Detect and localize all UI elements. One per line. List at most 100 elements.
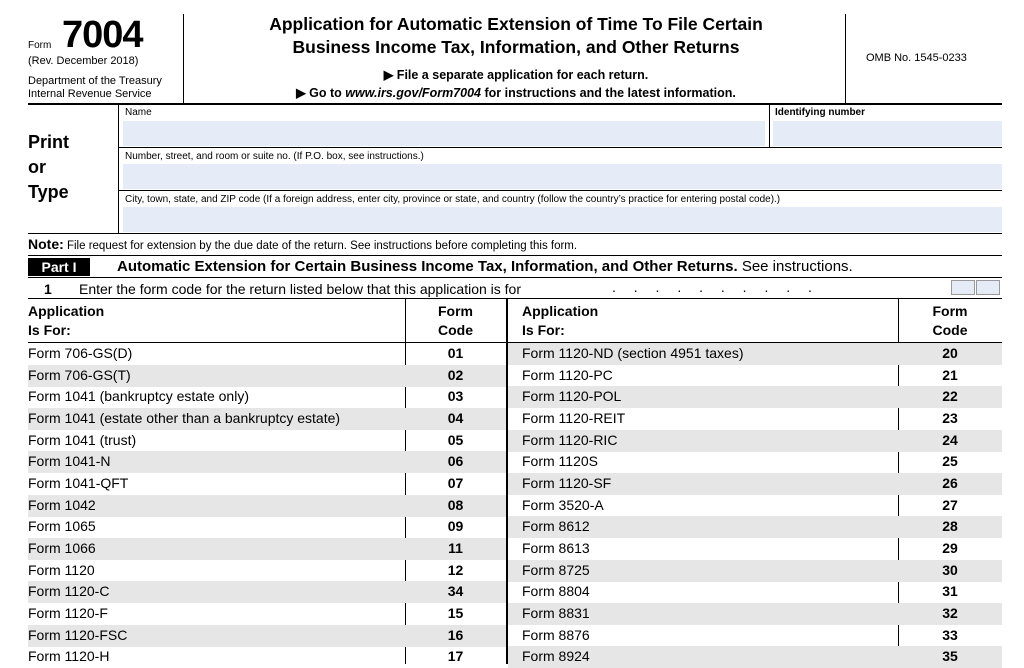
form-code: 23 — [942, 410, 958, 426]
name-id-divider — [769, 105, 770, 147]
identifying-number-field[interactable] — [773, 121, 1002, 146]
application-name: Form 1120-REIT — [522, 410, 626, 426]
application-name: Form 8725 — [522, 562, 590, 578]
application-name: Form 1041 (estate other than a bankruptc… — [28, 410, 341, 426]
left-table-row: Form 1120-H 17 — [28, 646, 506, 668]
left-table-row: Form 706-GS(D) 01 — [28, 343, 506, 365]
city-label: City, town, state, and ZIP code (If a fo… — [125, 194, 781, 205]
part-i-title-suffix: See instructions. — [737, 258, 853, 275]
form-code: 21 — [942, 367, 958, 383]
left-table-row: Form 1120-C 34 — [28, 581, 506, 603]
form-code-digit-2[interactable] — [976, 280, 1000, 295]
application-name: Form 3520-A — [522, 497, 604, 513]
right-table-row: Form 8613 29 — [508, 538, 1002, 560]
form-code: 06 — [447, 453, 464, 469]
note-text: File request for extension by the due da… — [63, 240, 578, 252]
application-name: Form 1120S — [522, 453, 598, 469]
title-line1: Application for Automatic Extension of T… — [269, 14, 763, 34]
application-name: Form 1120-POL — [522, 388, 622, 404]
form-code: 25 — [942, 453, 958, 469]
left-code-header-line1: Form — [438, 303, 473, 319]
left-table-row: Form 1041-QFT 07 — [28, 473, 506, 495]
form-code: 08 — [447, 497, 464, 513]
form-code: 09 — [447, 518, 464, 534]
note-label: Note: — [28, 236, 64, 252]
left-application-header-line1: Application — [28, 303, 105, 319]
left-code-header: Form Code — [405, 302, 506, 340]
application-name: Form 1065 — [28, 518, 96, 534]
application-name: Form 1120-H — [28, 648, 110, 664]
application-name: Form 1120-SF — [522, 475, 612, 491]
address-field[interactable] — [123, 164, 1002, 189]
left-table-row: Form 1042 08 — [28, 495, 506, 517]
form-code: 29 — [942, 540, 958, 556]
form-code: 24 — [942, 432, 958, 448]
right-code-header-line2: Code — [932, 322, 968, 338]
form-code: 01 — [447, 345, 464, 361]
form-code: 05 — [447, 432, 464, 448]
application-name: Form 1066 — [28, 540, 96, 556]
form-code: 35 — [942, 648, 958, 664]
form-code: 12 — [447, 562, 464, 578]
irs-url-link[interactable]: www.irs.gov/Form7004 — [345, 86, 481, 100]
application-name: Form 8831 — [522, 605, 590, 621]
application-name: Form 706-GS(T) — [28, 367, 131, 383]
left-table-row: Form 1041 (estate other than a bankruptc… — [28, 408, 506, 430]
form-code: 11 — [448, 540, 463, 556]
form-code: 26 — [942, 475, 958, 491]
left-code-header-line2: Code — [438, 322, 473, 338]
department: Department of the Treasury Internal Reve… — [28, 75, 188, 101]
right-table-row: Form 1120-ND (section 4951 taxes) 20 — [508, 343, 1002, 365]
left-application-header: Application Is For: — [28, 302, 104, 340]
city-field[interactable] — [123, 207, 1002, 232]
form-code: 20 — [942, 345, 958, 361]
right-table-row: Form 1120-POL 22 — [508, 386, 1002, 408]
application-name: Form 1041-QFT — [28, 475, 129, 491]
form-code: 28 — [942, 518, 958, 534]
form-code: 22 — [942, 388, 958, 404]
part-i-title-bold: Automatic Extension for Certain Business… — [117, 258, 738, 275]
line1-leader-dots: . . . . . . . . . . — [612, 279, 819, 295]
line1-bottom-rule — [28, 298, 1002, 299]
right-table-row: Form 1120S 25 — [508, 451, 1002, 473]
right-table-row: Form 8804 31 — [508, 581, 1002, 603]
instruction-website: ▶ Go to www.irs.gov/Form7004 for instruc… — [190, 85, 842, 100]
right-application-header-line2: Is For: — [522, 322, 565, 338]
form-code: 02 — [447, 367, 464, 383]
right-code-header: Form Code — [898, 302, 1002, 340]
name-label: Name — [125, 107, 152, 118]
application-name: Form 8613 — [522, 540, 590, 556]
application-name: Form 1042 — [28, 497, 96, 513]
part-i-title: Automatic Extension for Certain Business… — [117, 258, 853, 276]
identifying-number-label: Identifying number — [775, 107, 865, 118]
right-code-header-line1: Form — [932, 303, 968, 319]
application-name: Form 8612 — [522, 518, 590, 534]
part-i-tag: Part I — [28, 258, 90, 276]
application-name: Form 8924 — [522, 648, 590, 664]
name-field[interactable] — [123, 121, 765, 146]
or-word: or — [28, 157, 46, 177]
left-application-header-line2: Is For: — [28, 322, 71, 338]
type-word: Type — [28, 182, 69, 202]
left-table-row: Form 1066 11 — [28, 538, 506, 560]
right-table-row: Form 1120-RIC 24 — [508, 430, 1002, 452]
left-table-row: Form 1041 (trust) 05 — [28, 430, 506, 452]
revision-date: (Rev. December 2018) — [28, 55, 139, 67]
application-name: Form 1041 (trust) — [28, 432, 137, 448]
form-code: 32 — [942, 605, 958, 621]
form-title: Application for Automatic Extension of T… — [190, 13, 842, 59]
right-table-row: Form 1120-REIT 23 — [508, 408, 1002, 430]
application-name: Form 1120-F — [28, 605, 108, 621]
form-code: 34 — [447, 583, 464, 599]
department-name: Department of the Treasury — [28, 75, 162, 87]
note: Note: File request for extension by the … — [28, 236, 577, 252]
title-line2: Business Income Tax, Information, and Ot… — [292, 37, 740, 57]
application-name: Form 1120-RIC — [522, 432, 618, 448]
instruction-separate-application: ▶ File a separate application for each r… — [383, 68, 649, 82]
form-code-digit-1[interactable] — [951, 280, 975, 295]
left-table-row: Form 1120 12 — [28, 560, 506, 582]
right-table-row: Form 8831 32 — [508, 603, 1002, 625]
form-number: 7004 — [62, 14, 144, 56]
left-table-row: Form 706-GS(T) 02 — [28, 365, 506, 387]
left-table-row: Form 1041-N 06 — [28, 451, 506, 473]
